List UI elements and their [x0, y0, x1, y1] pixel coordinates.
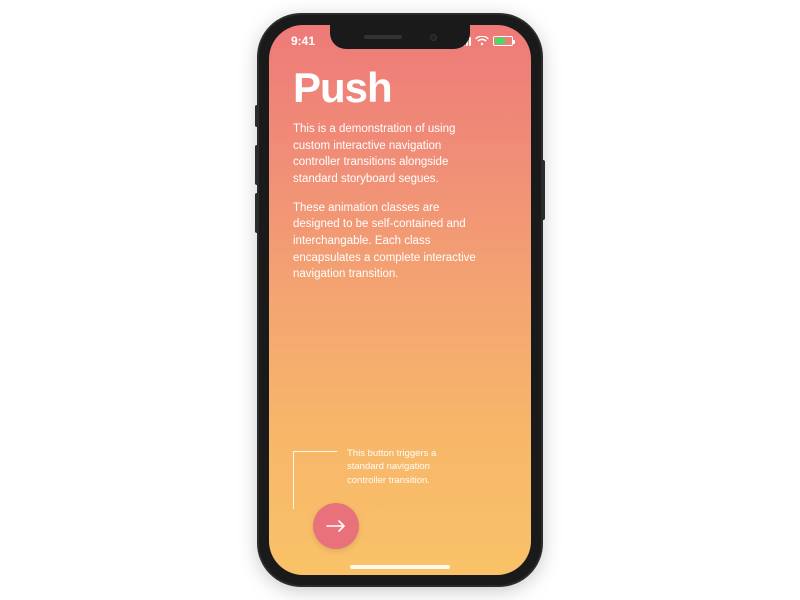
wifi-icon — [475, 36, 489, 46]
volume-up-button — [255, 145, 259, 185]
volume-down-button — [255, 193, 259, 233]
body-text: This is a demonstration of using custom … — [293, 121, 483, 295]
arrow-right-icon — [326, 520, 346, 532]
screen: 9:41 Push This is a demonstration of usi… — [269, 25, 531, 575]
notch — [330, 25, 470, 49]
status-time: 9:41 — [291, 34, 315, 48]
paragraph-2: These animation classes are designed to … — [293, 200, 483, 283]
battery-fill — [495, 38, 505, 44]
content: Push This is a demonstration of using cu… — [293, 67, 507, 575]
paragraph-1: This is a demonstration of using custom … — [293, 121, 483, 188]
iphone-frame: 9:41 Push This is a demonstration of usi… — [259, 15, 541, 585]
callout-text: This button triggers a standard navigati… — [347, 447, 467, 487]
front-camera — [430, 34, 437, 41]
home-indicator[interactable] — [350, 565, 450, 569]
callout-line — [293, 451, 337, 509]
callout: This button triggers a standard navigati… — [293, 447, 507, 509]
footer: This button triggers a standard navigati… — [293, 447, 507, 575]
next-button[interactable] — [313, 503, 359, 549]
silence-switch — [255, 105, 259, 127]
power-button — [541, 160, 545, 220]
battery-icon — [493, 36, 513, 46]
speaker-grille — [364, 35, 402, 39]
page-title: Push — [293, 67, 507, 109]
